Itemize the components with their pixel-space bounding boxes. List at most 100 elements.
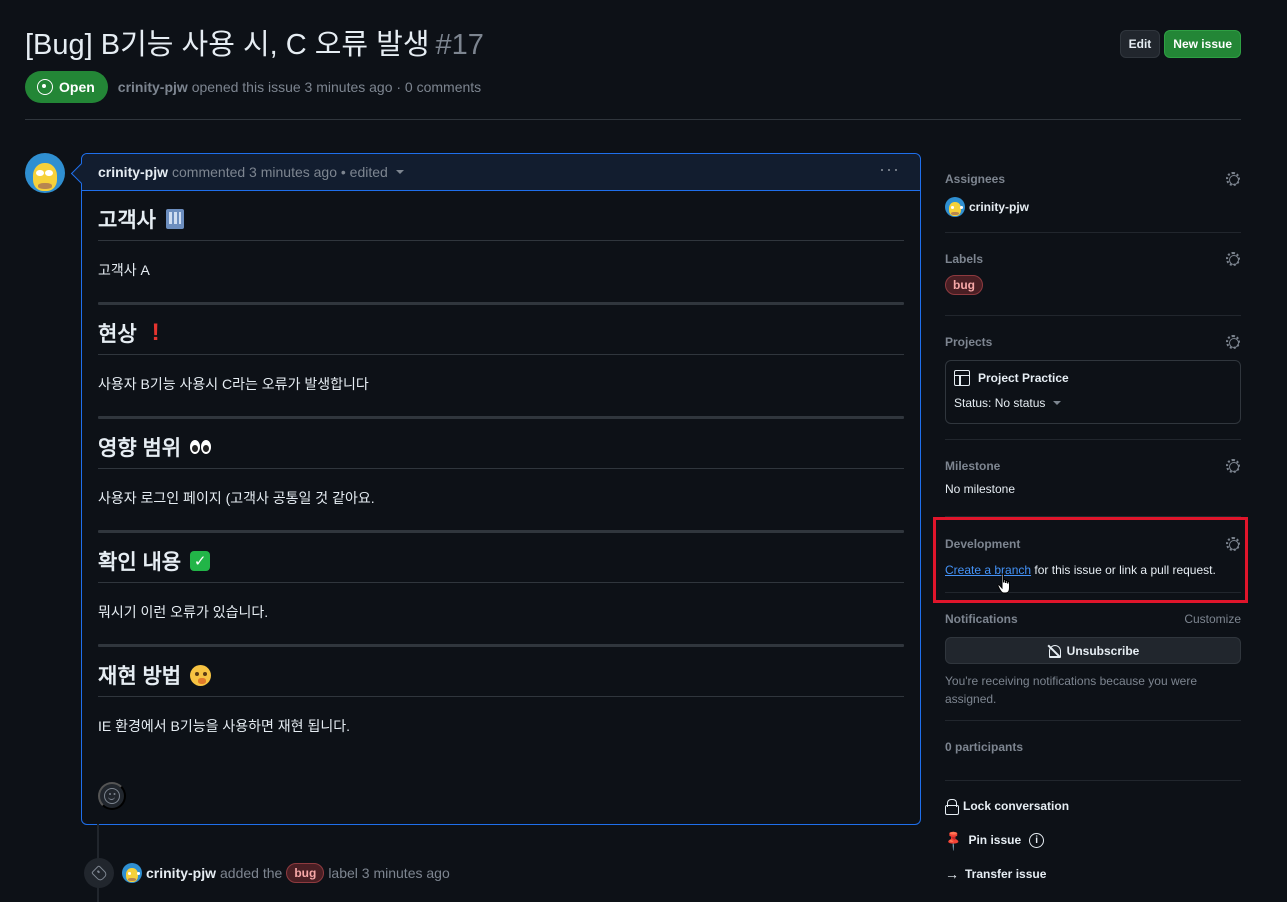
assignee-item[interactable]: crinity-pjw <box>945 197 1241 217</box>
section-text: IE 환경에서 B기능을 사용하면 재현 됩니다. <box>98 718 350 734</box>
notifications-section: Notifications Customize Unsubscribe You'… <box>945 593 1241 721</box>
section-reproduce: 재현 방법 IE 환경에서 B기능을 사용하면 재현 됩니다. <box>98 647 904 736</box>
milestone-value: No milestone <box>945 482 1016 496</box>
unsubscribe-button[interactable]: Unsubscribe <box>945 637 1241 664</box>
participants-section: 0 participants <box>945 721 1241 781</box>
assignee-avatar <box>945 197 965 217</box>
comment-options-kebab-icon[interactable]: ··· <box>879 160 900 178</box>
section-customer: 고객사 고객사 A <box>98 191 904 305</box>
project-status-text: Status: No status <box>954 396 1046 410</box>
section-heading: 확인 내용 ✓ <box>98 533 904 583</box>
comment-author-avatar[interactable] <box>25 153 65 193</box>
header-actions: Edit New issue <box>1119 30 1241 58</box>
avatar-face-icon <box>32 163 58 191</box>
milestone-heading[interactable]: Milestone <box>945 456 1241 476</box>
gear-icon[interactable] <box>1225 171 1241 187</box>
header-divider <box>25 119 1241 120</box>
issue-title-text: [Bug] B기능 사용 시, C 오류 발생 <box>25 29 430 61</box>
issue-author-link[interactable]: crinity-pjw <box>118 79 188 95</box>
new-issue-button[interactable]: New issue <box>1164 30 1241 58</box>
issue-opened-icon <box>37 79 53 95</box>
project-card: Project Practice Status: No status <box>945 360 1241 424</box>
section-heading-text: 확인 내용 <box>98 551 182 574</box>
chevron-down-icon <box>1053 401 1062 405</box>
event-author-avatar[interactable] <box>122 863 142 883</box>
issue-state-label: Open <box>59 79 95 95</box>
thinking-face-icon <box>189 664 211 686</box>
assignees-heading-text: Assignees <box>945 172 1006 186</box>
comment-body: 고객사 고객사 A 현상 ! 사용자 B기능 사용시 C라는 오류가 발생합니다… <box>82 191 920 736</box>
section-heading-text: 고객사 <box>98 209 156 232</box>
section-heading: 재현 방법 <box>98 647 904 697</box>
project-name: Project Practice <box>978 371 1069 385</box>
section-impact: 영향 범위 사용자 로그인 페이지 (고객사 공통일 것 같아요. <box>98 419 904 533</box>
labels-heading-text: Labels <box>945 252 984 266</box>
section-text: 고객사 A <box>98 262 150 278</box>
notifications-note: You're receiving notifications because y… <box>945 674 1197 706</box>
smiley-icon <box>104 788 120 804</box>
info-icon[interactable]: i <box>1029 832 1045 848</box>
tag-icon <box>84 858 114 888</box>
comment-header: crinity-pjw commented 3 minutes ago • ed… <box>82 154 920 191</box>
section-heading: 영향 범위 <box>98 419 904 469</box>
office-building-icon <box>164 208 186 230</box>
notifications-heading: Notifications <box>945 612 1018 626</box>
event-text-before: added the <box>220 865 283 881</box>
project-table-icon <box>954 370 970 386</box>
issue-meta: Open crinity-pjw opened this issue 3 min… <box>25 71 481 103</box>
issue-actions: Lock conversation 📌 Pin issue i → Transf… <box>941 781 1241 884</box>
gear-icon[interactable] <box>1225 251 1241 267</box>
pin-issue-button[interactable]: 📌 Pin issue i <box>941 827 1241 852</box>
unsubscribe-label: Unsubscribe <box>1066 643 1140 658</box>
assignee-name: crinity-pjw <box>969 200 1030 214</box>
add-reaction-button[interactable] <box>98 782 126 810</box>
bell-slash-icon <box>1047 644 1061 658</box>
event-text: crinity-pjw added the bug label 3 minute… <box>146 863 450 883</box>
section-text: 뭐시기 이런 오류가 있습니다. <box>98 604 269 620</box>
assignees-section: Assignees crinity-pjw <box>945 153 1241 233</box>
lock-icon <box>945 799 959 815</box>
edited-dropdown-chevron-icon[interactable] <box>395 170 404 174</box>
section-symptom: 현상 ! 사용자 B기능 사용시 C라는 오류가 발생합니다 <box>98 305 904 419</box>
assignees-heading[interactable]: Assignees <box>945 169 1241 189</box>
bug-label[interactable]: bug <box>945 275 983 295</box>
projects-heading[interactable]: Projects <box>945 332 1241 352</box>
event-author-link[interactable]: crinity-pjw <box>146 865 216 881</box>
section-heading: 현상 ! <box>98 305 904 355</box>
issue-title: [Bug] B기능 사용 시, C 오류 발생 #17 <box>25 26 1241 64</box>
section-text: 사용자 로그인 페이지 (고객사 공통일 것 같아요. <box>98 490 375 506</box>
section-heading-text: 재현 방법 <box>98 665 182 688</box>
bug-label[interactable]: bug <box>286 863 325 883</box>
exclamation-icon: ! <box>151 319 160 346</box>
lock-conversation-button[interactable]: Lock conversation <box>945 796 1241 816</box>
milestone-heading-text: Milestone <box>945 459 1001 473</box>
event-text-after: label 3 minutes ago <box>328 865 450 881</box>
hand-cursor-icon <box>997 573 1010 594</box>
section-heading-text: 영향 범위 <box>98 437 182 460</box>
gear-icon[interactable] <box>1225 458 1241 474</box>
edit-button[interactable]: Edit <box>1119 30 1161 58</box>
section-text: 사용자 B기능 사용시 C라는 오류가 발생합니다 <box>98 376 369 392</box>
comment-author-link[interactable]: crinity-pjw <box>98 164 168 180</box>
issue-comment: crinity-pjw commented 3 minutes ago • ed… <box>81 153 921 825</box>
participants-count: 0 participants <box>945 740 1024 754</box>
project-status-dropdown[interactable]: Status: No status <box>954 396 1232 410</box>
timeline-label-event: crinity-pjw added the bug label 3 minute… <box>84 858 450 888</box>
project-title[interactable]: Project Practice <box>954 370 1232 386</box>
projects-heading-text: Projects <box>945 335 993 349</box>
labels-list: bug <box>945 275 1241 295</box>
labels-heading[interactable]: Labels <box>945 249 1241 269</box>
section-heading-text: 현상 <box>98 323 137 346</box>
pin-issue-label: Pin issue <box>968 833 1022 847</box>
transfer-issue-label: Transfer issue <box>965 867 1047 881</box>
transfer-issue-button[interactable]: → Transfer issue <box>945 864 1241 884</box>
customize-notifications-link[interactable]: Customize <box>1184 612 1241 626</box>
eyes-icon <box>189 436 211 458</box>
gear-icon[interactable] <box>1225 334 1241 350</box>
issue-header: [Bug] B기능 사용 시, C 오류 발생 #17 Edit New issu… <box>25 26 1241 66</box>
pin-icon: 📌 <box>941 827 966 852</box>
comment-meta: commented 3 minutes ago • edited <box>172 164 388 180</box>
issue-number: #17 <box>435 29 484 61</box>
projects-section: Projects Project Practice Status: No sta… <box>945 316 1241 440</box>
milestone-section: Milestone No milestone <box>945 440 1241 517</box>
